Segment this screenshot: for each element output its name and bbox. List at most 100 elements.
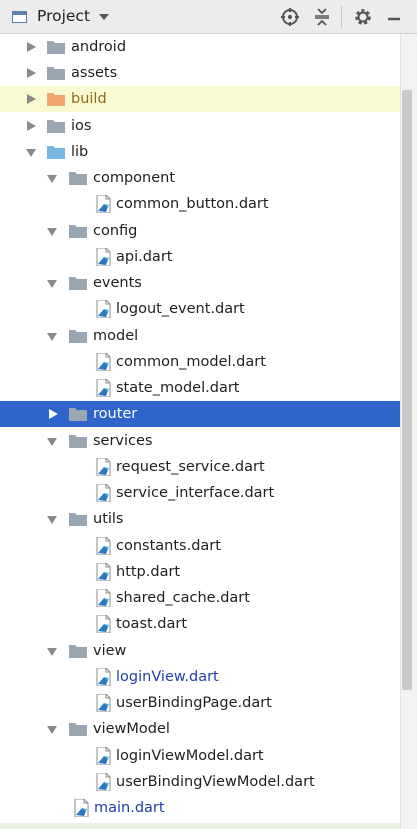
tree-label: common_model.dart: [116, 354, 266, 370]
project-view-selector[interactable]: Project: [37, 7, 90, 25]
tree-item-build[interactable]: build: [0, 86, 400, 112]
tree-item-events[interactable]: events: [0, 270, 400, 296]
collapse-all-icon[interactable]: [312, 7, 332, 27]
tree-label: userBindingViewModel.dart: [116, 774, 315, 790]
folder-icon: [69, 224, 87, 238]
scrollbar-thumb[interactable]: [402, 90, 412, 690]
toolbar-separator: [341, 6, 342, 28]
tree-item-login-view[interactable]: loginView.dart: [0, 664, 400, 690]
tree-item-ios[interactable]: ios: [0, 113, 400, 139]
tree-item-view-model[interactable]: viewModel: [0, 716, 400, 742]
collapse-arrow-icon[interactable]: [47, 175, 57, 183]
folder-icon: [69, 171, 87, 185]
tree-item-router[interactable]: router: [0, 401, 400, 427]
collapse-arrow-icon[interactable]: [47, 280, 57, 288]
tree-item-user-binding-page[interactable]: userBindingPage.dart: [0, 690, 400, 716]
hide-panel-icon[interactable]: [384, 7, 404, 27]
tree-label: common_button.dart: [116, 196, 269, 212]
project-tree: android assets build ios lib component c…: [0, 34, 400, 829]
expand-arrow-icon[interactable]: [27, 94, 36, 104]
tree-label: service_interface.dart: [116, 485, 275, 501]
collapse-arrow-icon[interactable]: [47, 333, 57, 341]
tree-item-http[interactable]: http.dart: [0, 559, 400, 585]
dart-file-icon: [96, 353, 111, 371]
tree-label: main.dart: [94, 800, 165, 816]
tree-item-shared-cache[interactable]: shared_cache.dart: [0, 585, 400, 611]
folder-icon: [47, 66, 65, 80]
tree-label: model: [93, 328, 139, 344]
dart-file-icon: [96, 694, 111, 712]
dart-file-icon: [96, 563, 111, 581]
tree-label: state_model.dart: [116, 380, 240, 396]
dart-file-icon: [96, 747, 111, 765]
tree-item-logout-event[interactable]: logout_event.dart: [0, 296, 400, 322]
folder-icon: [69, 512, 87, 526]
tree-label: loginView.dart: [116, 669, 219, 685]
tree-item-user-binding-view-model[interactable]: userBindingViewModel.dart: [0, 769, 400, 795]
tree-label: http.dart: [116, 564, 181, 580]
tree-item-state-model[interactable]: state_model.dart: [0, 375, 400, 401]
collapse-arrow-icon[interactable]: [47, 726, 57, 734]
tree-item-services[interactable]: services: [0, 428, 400, 454]
tree-item-view[interactable]: view: [0, 638, 400, 664]
locate-target-icon[interactable]: [280, 7, 300, 27]
folder-icon: [69, 276, 87, 290]
excluded-folder-icon: [47, 92, 65, 106]
dart-file-icon: [96, 615, 111, 633]
source-folder-icon: [47, 145, 65, 159]
expand-arrow-icon[interactable]: [27, 68, 36, 78]
tree-label: toast.dart: [116, 616, 188, 632]
tree-label: events: [93, 275, 142, 291]
collapse-arrow-icon[interactable]: [26, 149, 36, 157]
dart-file-icon: [96, 668, 111, 686]
tree-label: android: [71, 39, 127, 55]
tree-item-constants[interactable]: constants.dart: [0, 533, 400, 559]
tree-label: api.dart: [116, 249, 173, 265]
folder-icon: [69, 644, 87, 658]
tree-label: lib: [71, 144, 89, 160]
collapse-arrow-icon[interactable]: [47, 438, 57, 446]
tree-label: build: [71, 91, 107, 107]
tree-item-request-service[interactable]: request_service.dart: [0, 454, 400, 480]
folder-icon: [69, 434, 87, 448]
tree-label: utils: [93, 511, 124, 527]
dart-file-icon: [96, 195, 111, 213]
dart-file-icon: [96, 379, 111, 397]
collapse-arrow-icon[interactable]: [47, 228, 57, 236]
project-toolbar: Project: [0, 0, 417, 34]
tree-item-common-model[interactable]: common_model.dart: [0, 349, 400, 375]
tree-item-login-view-model[interactable]: loginViewModel.dart: [0, 743, 400, 769]
tree-label: shared_cache.dart: [116, 590, 250, 606]
tree-item-main[interactable]: main.dart: [0, 795, 400, 821]
chevron-down-icon[interactable]: [99, 14, 109, 20]
tree-label: constants.dart: [116, 538, 221, 554]
tree-item-api[interactable]: api.dart: [0, 244, 400, 270]
collapse-arrow-icon[interactable]: [47, 516, 57, 524]
dart-file-icon: [96, 300, 111, 318]
tree-item-config[interactable]: config: [0, 218, 400, 244]
expand-arrow-icon[interactable]: [27, 121, 36, 131]
tree-item-lib[interactable]: lib: [0, 139, 400, 165]
tree-item-assets[interactable]: assets: [0, 60, 400, 86]
tree-item-utils[interactable]: utils: [0, 506, 400, 532]
tree-item-android[interactable]: android: [0, 34, 400, 60]
tree-item-component[interactable]: component: [0, 165, 400, 191]
tree-label: router: [93, 406, 138, 422]
expand-arrow-icon[interactable]: [49, 409, 58, 419]
tree-item-common-button[interactable]: common_button.dart: [0, 191, 400, 217]
tree-label: viewModel: [93, 721, 170, 737]
collapse-arrow-icon[interactable]: [47, 648, 57, 656]
dart-file-icon: [96, 773, 111, 791]
dart-file-icon: [96, 458, 111, 476]
folder-icon: [47, 119, 65, 133]
dart-file-icon: [96, 537, 111, 555]
expand-arrow-icon[interactable]: [27, 42, 36, 52]
project-window-icon: [12, 11, 27, 23]
dart-file-icon: [96, 589, 111, 607]
tree-item-model[interactable]: model: [0, 323, 400, 349]
tree-item-toast[interactable]: toast.dart: [0, 611, 400, 637]
tree-label: view: [93, 643, 127, 659]
tree-label: component: [93, 170, 176, 186]
gear-icon[interactable]: [353, 7, 373, 27]
tree-item-service-interface[interactable]: service_interface.dart: [0, 480, 400, 506]
